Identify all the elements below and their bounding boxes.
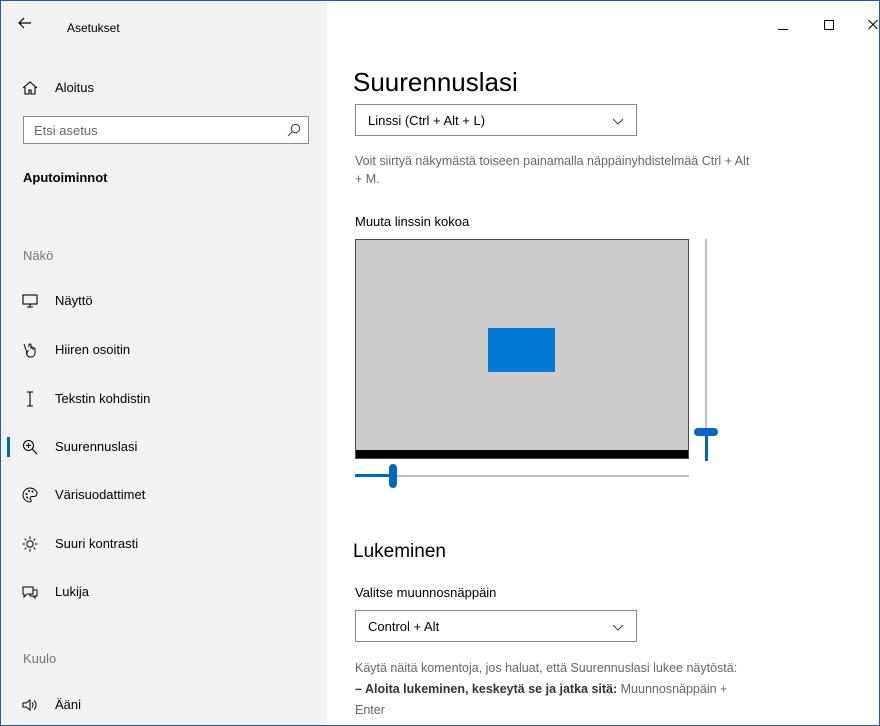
- sidebar-item-label: Hiiren osoitin: [55, 342, 131, 357]
- command-item: – Aloita lukeminen, keskeytä se ja jatka…: [355, 679, 805, 700]
- reading-heading: Lukeminen: [353, 541, 446, 562]
- sidebar-item-label: Ääni: [55, 697, 82, 712]
- contrast-icon: [22, 536, 38, 552]
- sidebar-item-narrator[interactable]: Lukija: [1, 574, 327, 610]
- view-mode-hint: Voit siirtyä näkymästä toiseen painamall…: [355, 152, 825, 188]
- sidebar-item-label: Värisuodattimet: [55, 487, 146, 502]
- magnifier-icon: [22, 439, 38, 455]
- sidebar-item-color-filters[interactable]: Värisuodattimet: [1, 477, 327, 513]
- sidebar-item-mouse-pointer[interactable]: Hiiren osoitin: [1, 332, 327, 368]
- section-header-vision: Näkö: [23, 248, 54, 263]
- lens-preview: [355, 239, 689, 459]
- modifier-key-label: Valitse muunnosnäppäin: [355, 585, 497, 600]
- maximize-icon: [824, 20, 834, 30]
- lens-height-slider-thumb[interactable]: [694, 428, 718, 436]
- palette-icon: [22, 487, 38, 503]
- nav-home[interactable]: Aloitus: [1, 70, 327, 106]
- sidebar-item-display[interactable]: Näyttö: [1, 283, 327, 319]
- close-button[interactable]: [861, 11, 879, 35]
- nav-home-label: Aloitus: [55, 80, 95, 95]
- monitor-icon: [22, 294, 38, 308]
- back-button[interactable]: [15, 13, 35, 33]
- app-title: Asetukset: [67, 21, 120, 35]
- lens-height-slider-fill: [705, 432, 708, 461]
- search-icon[interactable]: [286, 122, 302, 138]
- command-keys: Muunnosnäppäin +: [617, 682, 728, 696]
- narrator-icon: [22, 586, 38, 600]
- search-box[interactable]: [23, 116, 309, 144]
- speaker-icon: [22, 699, 37, 711]
- back-arrow-icon: [18, 17, 31, 29]
- sidebar: Asetukset Aloitus Aputoiminnot Näkö Näyt…: [1, 1, 327, 725]
- sidebar-item-text-cursor[interactable]: Tekstin kohdistin: [1, 381, 327, 417]
- lens-width-slider-fill: [355, 474, 393, 477]
- chevron-down-icon: [612, 118, 624, 125]
- sidebar-item-magnifier[interactable]: Suurennuslasi: [1, 429, 327, 465]
- view-mode-value: Linssi (Ctrl + Alt + L): [368, 113, 486, 128]
- sidebar-item-label: Lukija: [55, 584, 89, 599]
- section-header-hearing: Kuulo: [23, 651, 57, 666]
- sidebar-item-audio[interactable]: Ääni: [1, 687, 327, 723]
- lens-width-slider-thumb[interactable]: [389, 464, 397, 488]
- sidebar-item-label: Tekstin kohdistin: [55, 391, 151, 406]
- sidebar-item-label: Suuri kontrasti: [55, 536, 139, 551]
- lens-preview-rectangle: [488, 328, 555, 372]
- chevron-down-icon: [612, 624, 624, 631]
- home-icon: [22, 81, 38, 95]
- commands-intro: Käytä näitä komentoja, jos haluat, että …: [355, 661, 738, 675]
- sidebar-item-high-contrast[interactable]: Suuri kontrasti: [1, 526, 327, 562]
- page-title: Suurennuslasi: [353, 67, 518, 97]
- modifier-key-value: Control + Alt: [368, 619, 440, 634]
- view-mode-hint-line2: + M.: [355, 172, 380, 186]
- modifier-key-select[interactable]: Control + Alt: [355, 610, 637, 642]
- lens-size-label: Muuta linssin kokoa: [355, 214, 470, 229]
- sidebar-item-label: Suurennuslasi: [55, 439, 138, 454]
- minimize-icon: [778, 29, 788, 30]
- search-input[interactable]: [34, 121, 274, 139]
- sidebar-item-label: Näyttö: [55, 293, 93, 308]
- mouse-pointer-icon: [23, 343, 36, 358]
- main-content: Suurennuslasi Linssi (Ctrl + Alt + L) Vo…: [327, 1, 879, 725]
- text-cursor-icon: [27, 391, 33, 407]
- maximize-button[interactable]: [817, 11, 841, 35]
- reading-commands-description: Käytä näitä komentoja, jos haluat, että …: [355, 658, 805, 721]
- minimize-button[interactable]: [771, 11, 795, 35]
- view-mode-select[interactable]: Linssi (Ctrl + Alt + L): [355, 104, 637, 136]
- settings-window: Asetukset Aloitus Aputoiminnot Näkö Näyt…: [0, 0, 880, 726]
- taskbar-preview-strip: [356, 450, 688, 458]
- title-bar: Asetukset: [1, 1, 327, 41]
- command-keys-cont: Enter: [355, 703, 385, 717]
- command-name: – Aloita lukeminen, keskeytä se ja jatka…: [355, 682, 618, 696]
- view-mode-hint-line1: Voit siirtyä näkymästä toiseen painamall…: [355, 154, 750, 168]
- category-title: Aputoiminnot: [23, 170, 108, 185]
- close-icon: [868, 19, 878, 30]
- lens-width-slider-track[interactable]: [355, 475, 689, 477]
